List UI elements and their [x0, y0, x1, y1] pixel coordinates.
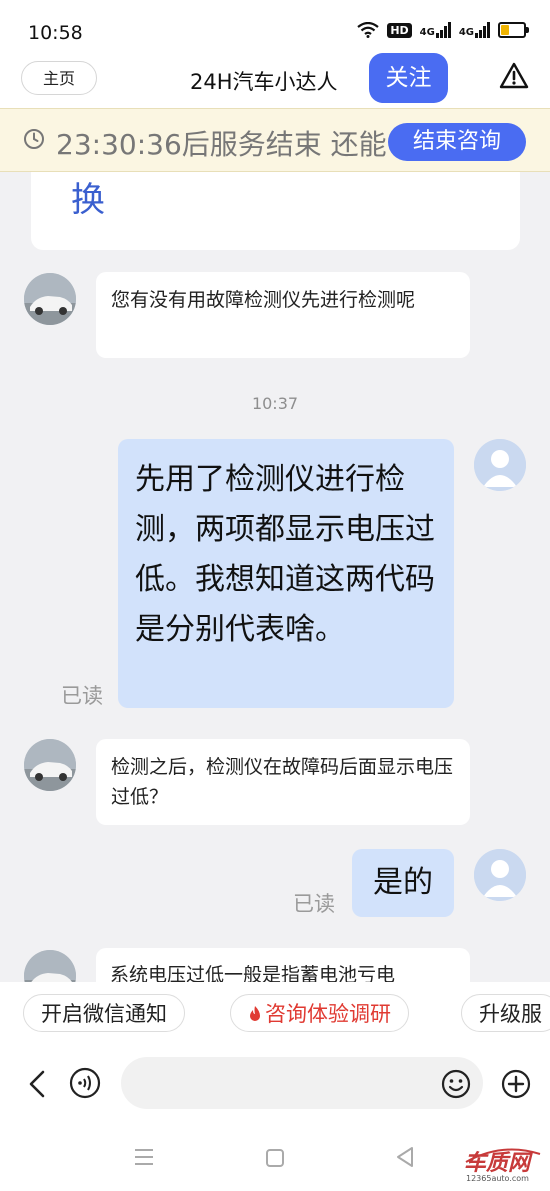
user-avatar[interactable]	[474, 439, 526, 491]
agent-avatar[interactable]	[24, 950, 76, 982]
signal-type-label: 4G	[458, 27, 474, 38]
signal-type-label: 4G	[419, 27, 435, 38]
cellular-signal-icon: 4G	[459, 22, 490, 38]
follow-button[interactable]: 关注	[369, 53, 448, 103]
chat-area[interactable]: 换 您有没有用故障检测仪先进行检测呢 10:37 先用了检测仪进行检测，两项都显…	[0, 172, 550, 982]
menu-icon[interactable]	[134, 1148, 154, 1166]
watermark-logo: 车质网 12365auto.com	[462, 1140, 544, 1184]
wifi-icon	[357, 22, 379, 38]
quick-action-chips: 开启微信通知 咨询体验调研 升级服	[0, 982, 550, 1042]
service-timer-banner: 23:30:36后服务结束 还能 结束咨询	[0, 108, 550, 172]
cellular-signal-icon: 4G	[420, 22, 451, 38]
warning-icon[interactable]	[499, 62, 529, 90]
status-bar: 10:58 HD 4G 4G	[0, 0, 550, 58]
svg-text:车质网: 车质网	[464, 1150, 533, 1176]
previous-message-card: 换	[31, 172, 520, 250]
svg-text:12365auto.com: 12365auto.com	[466, 1174, 529, 1183]
plus-icon[interactable]	[501, 1069, 531, 1099]
message-timestamp: 10:37	[251, 394, 299, 413]
wechat-notify-chip[interactable]: 开启微信通知	[23, 994, 185, 1032]
survey-chip-label: 咨询体验调研	[265, 1002, 391, 1026]
status-icons: HD 4G 4G	[357, 22, 529, 38]
home-icon[interactable]	[265, 1148, 285, 1168]
emoji-icon[interactable]	[441, 1069, 471, 1099]
user-avatar[interactable]	[474, 849, 526, 901]
agent-message: 检测之后，检测仪在故障码后面显示电压过低？	[96, 739, 470, 825]
user-message: 先用了检测仪进行检测，两项都显示电压过低。我想知道这两代码是分别代表啥。	[118, 439, 454, 708]
back-arrow-icon[interactable]	[26, 1069, 48, 1099]
agent-message: 您有没有用故障检测仪先进行检测呢	[96, 272, 470, 358]
end-consultation-button[interactable]: 结束咨询	[388, 123, 526, 161]
survey-chip[interactable]: 咨询体验调研	[230, 994, 409, 1032]
home-button[interactable]: 主页	[21, 61, 97, 95]
agent-message-text: 系统电压过低一般是指蓄电池亏电	[110, 964, 396, 982]
service-timer-text: 23:30:36后服务结束 还能	[56, 128, 387, 161]
voice-input-icon[interactable]	[69, 1067, 101, 1099]
agent-message: 系统电压过低一般是指蓄电池亏电	[96, 948, 470, 982]
upgrade-service-chip[interactable]: 升级服	[461, 994, 550, 1032]
agent-avatar[interactable]	[24, 273, 76, 325]
message-input[interactable]	[121, 1057, 483, 1109]
read-receipt: 已读	[293, 892, 335, 916]
previous-message-text: 换	[71, 180, 105, 220]
chat-header: 主页 24H汽车小达人 关注	[0, 53, 550, 108]
fire-icon	[250, 1006, 260, 1021]
back-triangle-icon[interactable]	[395, 1146, 415, 1168]
chat-title: 24H汽车小达人	[190, 70, 338, 94]
clock-icon	[24, 129, 44, 149]
user-message: 是的	[352, 849, 454, 917]
status-time: 10:58	[28, 22, 83, 44]
read-receipt: 已读	[61, 684, 103, 708]
agent-avatar[interactable]	[24, 739, 76, 791]
input-bar	[0, 1042, 550, 1124]
hd-voice-icon: HD	[387, 22, 412, 38]
battery-icon	[498, 22, 529, 38]
